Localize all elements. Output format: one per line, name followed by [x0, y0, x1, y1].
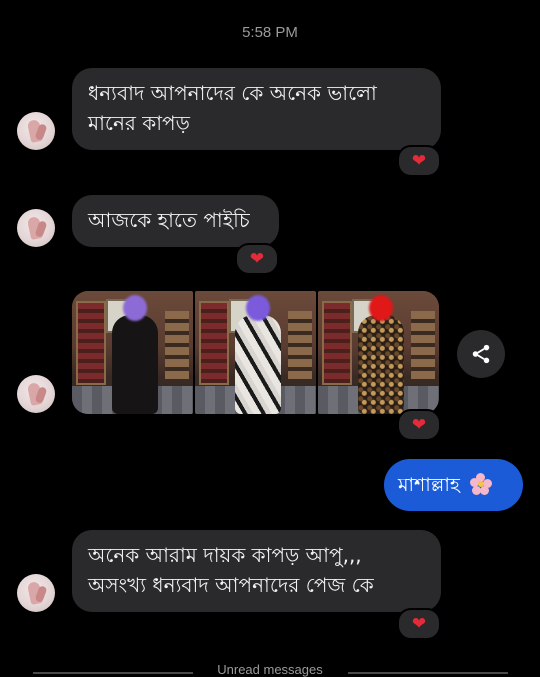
photo-thumbnail[interactable]	[72, 291, 193, 414]
message-text-line: অনেক আরাম দায়ক কাপড় আপু,,,	[88, 543, 362, 567]
photo-thumbnail[interactable]	[318, 291, 439, 414]
share-button[interactable]	[457, 330, 505, 378]
sender-avatar[interactable]	[17, 209, 55, 247]
incoming-message-bubble[interactable]: অনেক আরাম দায়ক কাপড় আপু,,, অসংখ্য ধন্য…	[72, 530, 441, 612]
message-text-line: ধন্যবাদ আপনাদের কে অনেক ভালো	[88, 81, 377, 105]
sender-avatar[interactable]	[17, 112, 55, 150]
flower-icon	[469, 473, 492, 495]
heart-icon: ❤	[249, 248, 265, 269]
message-text: আজকে হাতে পাইচি	[88, 208, 250, 232]
sender-avatar[interactable]	[17, 574, 55, 612]
share-icon	[472, 344, 490, 364]
incoming-message-bubble[interactable]: আজকে হাতে পাইচি	[72, 195, 279, 247]
heart-reaction[interactable]: ❤	[235, 243, 279, 275]
heart-icon: ❤	[411, 414, 427, 435]
message-timestamp: 5:58 PM	[242, 24, 298, 41]
message-text: মাশাল্লাহ	[398, 474, 460, 496]
heart-reaction[interactable]: ❤	[397, 608, 441, 640]
message-text-line: অসংখ্য ধন্যবাদ আপনাদের পেজ কে	[88, 573, 374, 597]
heart-reaction[interactable]: ❤	[397, 145, 441, 177]
message-text-line: মানের কাপড়	[88, 111, 190, 135]
heart-reaction[interactable]: ❤	[397, 409, 441, 441]
incoming-message-bubble[interactable]: ধন্যবাদ আপনাদের কে অনেক ভালো মানের কাপড়	[72, 68, 441, 150]
outgoing-message-bubble[interactable]: মাশাল্লাহ	[384, 459, 523, 511]
divider-line	[348, 672, 508, 674]
heart-icon: ❤	[411, 150, 427, 171]
photo-thumbnail[interactable]	[195, 291, 316, 414]
heart-icon: ❤	[411, 613, 427, 634]
sender-avatar[interactable]	[17, 375, 55, 413]
